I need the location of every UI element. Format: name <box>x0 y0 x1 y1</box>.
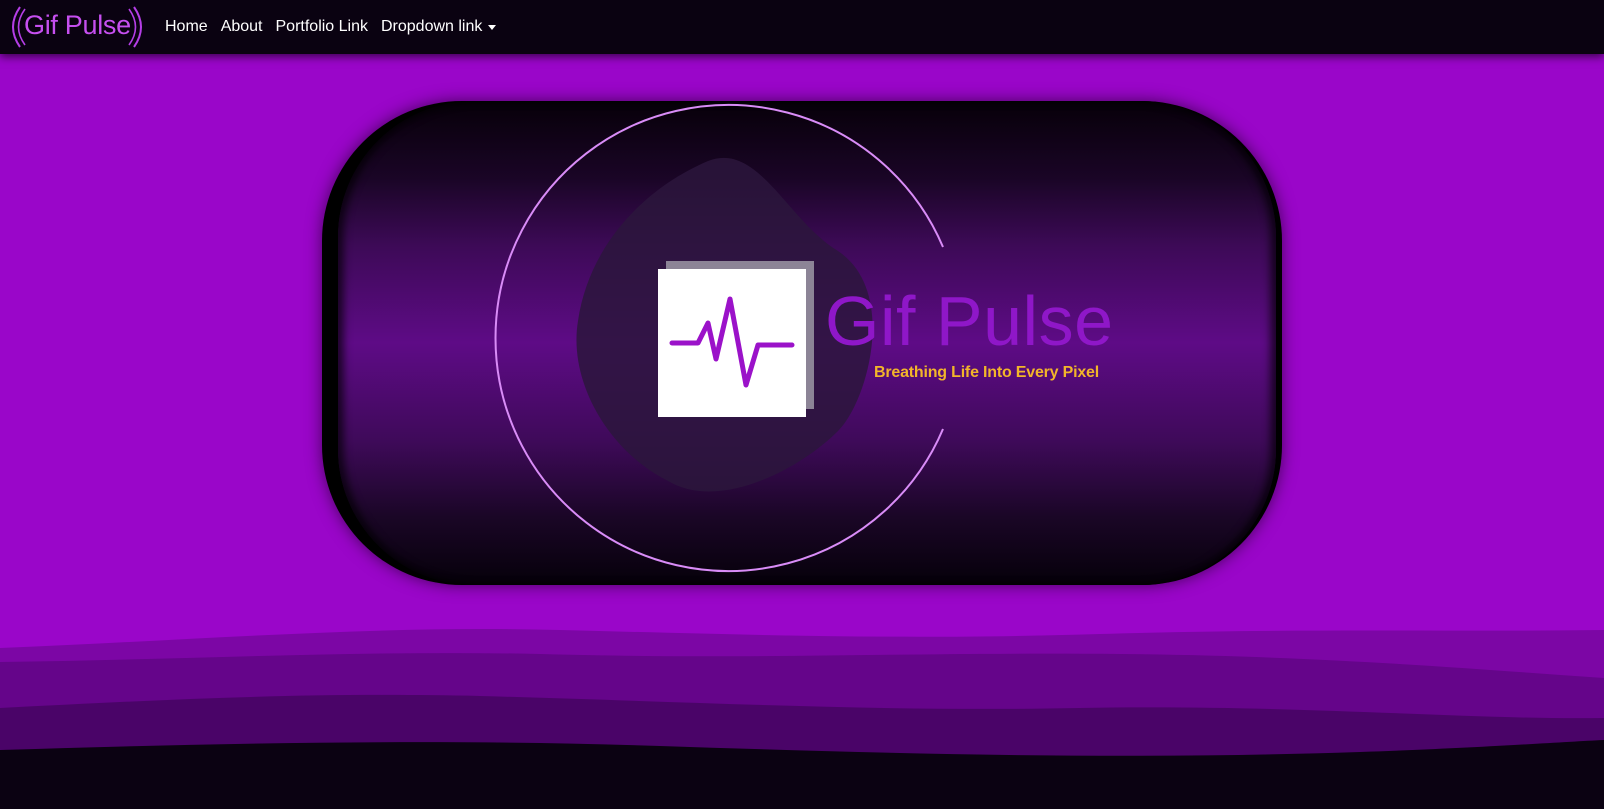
brand-name: Gif Pulse <box>24 10 131 40</box>
heartbeat-pulse-icon <box>669 296 795 388</box>
logo-mark <box>658 261 814 417</box>
navbar: Gif Pulse Home About Portfolio Link Drop… <box>0 0 1604 54</box>
nav-about[interactable]: About <box>221 18 263 36</box>
hero-panel: Gif Pulse Breathing Life Into Every Pixe… <box>338 101 1276 585</box>
right-pulse-arc-icon <box>128 6 142 48</box>
nav-home[interactable]: Home <box>165 18 208 36</box>
nav-portfolio-link[interactable]: Portfolio Link <box>276 18 369 36</box>
nav-links: Home About Portfolio Link Dropdown link <box>165 18 509 36</box>
nav-dropdown[interactable]: Dropdown link <box>381 18 497 36</box>
logo-tile <box>658 269 806 417</box>
hero-tagline: Breathing Life Into Every Pixel <box>874 364 1099 381</box>
hero-banner: Gif Pulse Breathing Life Into Every Pixe… <box>322 101 1282 585</box>
caret-down-icon <box>488 24 497 30</box>
nav-dropdown-label: Dropdown link <box>381 18 483 35</box>
brand-logo-link[interactable]: Gif Pulse <box>8 0 146 54</box>
hero-title: Gif Pulse <box>825 282 1114 360</box>
wave-background <box>0 629 1604 809</box>
